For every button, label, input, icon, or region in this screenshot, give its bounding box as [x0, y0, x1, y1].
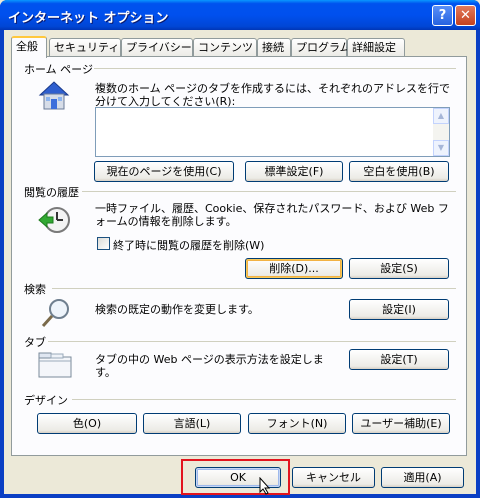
use-default-button[interactable]: 標準設定(F) — [245, 161, 343, 182]
home-page-url-textarea[interactable]: ▲ ▼ — [95, 107, 450, 157]
tab-security[interactable]: セキュリティ — [49, 38, 121, 56]
house-icon — [36, 79, 72, 114]
use-current-button[interactable]: 現在のページを使用(C) — [94, 161, 234, 182]
ok-highlight-box — [181, 459, 290, 495]
general-tab-panel: ホーム ページ 複数のホーム ページのタブを作成するには、それぞれのアドレスを行… — [11, 56, 467, 456]
tabs-settings-button[interactable]: 設定(T) — [349, 349, 449, 370]
title-bar[interactable]: インターネット オプション ? ✕ — [0, 0, 480, 30]
fonts-button[interactable]: フォント(N) — [248, 413, 346, 434]
delete-history-button[interactable]: 削除(D)... — [245, 258, 343, 279]
search-description: 検索の既定の動作を変更します。 — [95, 303, 259, 316]
apply-button[interactable]: 適用(A) — [381, 467, 464, 488]
tab-programs[interactable]: プログラム — [291, 38, 351, 56]
history-description: 一時ファイル、履歴、Cookie、保存されたパスワード、および Web フォーム… — [95, 202, 449, 228]
colors-button[interactable]: 色(O) — [37, 413, 137, 434]
search-settings-button[interactable]: 設定(I) — [349, 299, 449, 320]
history-settings-button[interactable]: 設定(S) — [349, 258, 449, 279]
tabs-icon — [37, 351, 73, 382]
languages-button[interactable]: 言語(L) — [143, 413, 241, 434]
section-divider — [94, 68, 456, 69]
delete-history-on-exit-label[interactable]: 終了時に閲覧の履歴を削除(W) — [113, 237, 264, 253]
history-clock-icon — [37, 204, 73, 239]
tab-connections[interactable]: 接続 — [257, 38, 291, 56]
scroll-up-icon[interactable]: ▲ — [433, 108, 449, 124]
mouse-cursor-icon — [259, 476, 271, 498]
accessibility-button[interactable]: ユーザー補助(E) — [352, 413, 450, 434]
section-divider — [82, 191, 456, 192]
home-page-description: 複数のホーム ページのタブを作成するには、それぞれのアドレスを行で分けて入力して… — [95, 82, 450, 108]
internet-options-window: インターネット オプション ? ✕ 全般 セキュリティ プライバシー コンテンツ… — [0, 0, 480, 498]
scroll-down-icon[interactable]: ▼ — [433, 140, 449, 156]
search-heading: 検索 — [24, 283, 46, 296]
home-page-heading: ホーム ページ — [24, 63, 93, 76]
window-title: インターネット オプション — [8, 11, 169, 26]
help-button[interactable]: ? — [432, 5, 453, 26]
tabs-heading: タブ — [24, 336, 46, 349]
tabs-description: タブの中の Web ページの表示方法を設定します。 — [95, 353, 324, 379]
section-divider — [72, 399, 456, 400]
dialog-client-area: 全般 セキュリティ プライバシー コンテンツ 接続 プログラム 詳細設定 ホーム… — [4, 30, 476, 494]
tab-content[interactable]: コンテンツ — [193, 38, 257, 56]
cancel-button[interactable]: キャンセル — [292, 467, 375, 488]
design-heading: デザイン — [24, 394, 68, 407]
magnifier-icon — [39, 297, 73, 334]
textarea-scrollbar[interactable]: ▲ ▼ — [433, 108, 449, 156]
tab-general[interactable]: 全般 — [11, 36, 47, 58]
history-heading: 閲覧の履歴 — [24, 186, 79, 199]
tab-advanced[interactable]: 詳細設定 — [347, 38, 405, 56]
close-button[interactable]: ✕ — [455, 5, 476, 26]
tab-privacy[interactable]: プライバシー — [121, 38, 193, 56]
section-divider — [52, 288, 456, 289]
section-divider — [48, 341, 456, 342]
delete-history-on-exit-checkbox[interactable] — [97, 237, 110, 250]
use-blank-button[interactable]: 空白を使用(B) — [349, 161, 449, 182]
